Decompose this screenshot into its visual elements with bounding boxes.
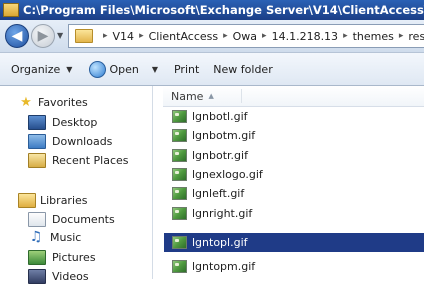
- nav-documents-label: Documents: [52, 213, 115, 226]
- folder-icon: [75, 29, 93, 43]
- gif-image-icon: [172, 187, 187, 200]
- organize-label: Organize: [11, 62, 61, 76]
- chevron-right-icon[interactable]: ▸: [262, 31, 267, 41]
- downloads-icon: [28, 134, 46, 149]
- nav-pictures-label: Pictures: [52, 251, 96, 264]
- open-button[interactable]: Open ▼: [89, 60, 158, 78]
- internet-explorer-icon: [89, 60, 107, 78]
- open-label: Open: [109, 62, 139, 76]
- chevron-right-icon[interactable]: ▸: [139, 31, 144, 41]
- recent-pages-dropdown[interactable]: ▼: [57, 31, 63, 40]
- recent-places-icon: [28, 153, 46, 168]
- gif-image-icon: [172, 207, 187, 220]
- file-name: lgnbotr.gif: [192, 149, 248, 162]
- desktop-icon: [28, 115, 46, 130]
- chevron-right-icon[interactable]: ▸: [399, 31, 404, 41]
- nav-recent-places[interactable]: Recent Places: [28, 153, 129, 168]
- command-toolbar: Organize ▼ Open ▼ Print New folder: [0, 53, 424, 86]
- chevron-right-icon[interactable]: ▸: [343, 31, 348, 41]
- chevron-down-icon[interactable]: ▼: [152, 65, 158, 74]
- print-button[interactable]: Print: [174, 63, 199, 76]
- chevron-right-icon[interactable]: ▸: [103, 31, 108, 41]
- chevron-down-icon: ▼: [66, 64, 73, 74]
- nav-videos-label: Videos: [52, 270, 89, 283]
- print-label: Print: [173, 62, 200, 76]
- file-name: lgnexlogo.gif: [192, 168, 263, 181]
- nav-music[interactable]: ♫ Music: [28, 229, 82, 245]
- title-bar: C:\Program Files\Microsoft\Exchange Serv…: [0, 0, 424, 20]
- nav-libraries[interactable]: Libraries: [18, 193, 88, 208]
- file-row[interactable]: lgnbotl.gif: [167, 107, 424, 126]
- nav-favorites[interactable]: ★ Favorites: [18, 95, 88, 110]
- window-title: C:\Program Files\Microsoft\Exchange Serv…: [23, 3, 424, 17]
- new-folder-label: New folder: [213, 62, 273, 76]
- nav-downloads[interactable]: Downloads: [28, 134, 112, 149]
- nav-recent-places-label: Recent Places: [52, 154, 129, 167]
- column-header-name[interactable]: Name ▲: [163, 86, 424, 107]
- file-name: lgntopl.gif: [192, 236, 248, 249]
- file-row[interactable]: lgnbotm.gif: [167, 126, 424, 145]
- nav-videos[interactable]: Videos: [28, 269, 89, 284]
- column-header-label: Name: [171, 89, 204, 103]
- breadcrumb-clientaccess[interactable]: ClientAccess: [149, 30, 219, 43]
- breadcrumb-version[interactable]: 14.1.218.13: [272, 30, 338, 43]
- nav-desktop-label: Desktop: [52, 116, 98, 129]
- address-bar[interactable]: ▸ V14 ▸ ClientAccess ▸ Owa ▸ 14.1.218.13…: [68, 24, 424, 48]
- libraries-icon: [18, 193, 36, 208]
- sort-ascending-icon: ▲: [208, 92, 214, 100]
- file-name: lgntopm.gif: [192, 260, 256, 273]
- file-row[interactable]: lgnright.gif: [167, 204, 424, 223]
- pictures-icon: [28, 250, 46, 265]
- documents-icon: [28, 212, 46, 227]
- chevron-right-icon[interactable]: ▸: [223, 31, 228, 41]
- file-list: Name ▲ lgnbotl.gif lgnbotm.gif lgnbotr.g…: [153, 86, 424, 279]
- back-button[interactable]: ◀: [5, 24, 29, 48]
- nav-desktop[interactable]: Desktop: [28, 115, 97, 130]
- organize-button[interactable]: Organize ▼: [11, 63, 72, 76]
- folder-icon: [3, 3, 19, 17]
- gif-image-icon: [172, 149, 187, 162]
- nav-documents[interactable]: Documents: [28, 212, 115, 227]
- music-icon: ♫: [29, 229, 43, 245]
- forward-button[interactable]: ▶: [31, 24, 55, 48]
- file-row[interactable]: lgnbotr.gif: [167, 146, 424, 165]
- file-row-selected[interactable]: lgntopl.gif: [164, 233, 424, 252]
- nav-pictures[interactable]: Pictures: [28, 250, 96, 265]
- gif-image-icon: [172, 110, 187, 123]
- nav-music-label: Music: [50, 231, 82, 244]
- star-icon: ★: [20, 95, 32, 110]
- navigation-bar: ◀ ▶ ▼ ▸ V14 ▸ ClientAccess ▸ Owa ▸ 14.1.…: [0, 20, 424, 53]
- gif-image-icon: [172, 236, 187, 249]
- nav-libraries-label: Libraries: [40, 194, 88, 207]
- gif-image-icon: [172, 260, 187, 273]
- file-name: lgnleft.gif: [192, 187, 245, 200]
- videos-icon: [28, 269, 46, 284]
- file-row[interactable]: lgntopm.gif: [167, 257, 424, 276]
- breadcrumb-owa[interactable]: Owa: [233, 30, 257, 43]
- breadcrumb-resources[interactable]: resources: [408, 30, 424, 43]
- nav-downloads-label: Downloads: [52, 135, 113, 148]
- file-row[interactable]: lgnexlogo.gif: [167, 165, 424, 184]
- breadcrumb-v14[interactable]: V14: [113, 30, 135, 43]
- file-row[interactable]: lgnleft.gif: [167, 184, 424, 203]
- column-divider[interactable]: [241, 89, 242, 103]
- gif-image-icon: [172, 129, 187, 142]
- file-name: lgnbotm.gif: [192, 129, 256, 142]
- breadcrumb-themes[interactable]: themes: [353, 30, 394, 43]
- navigation-pane: ★ Favorites Desktop Downloads Recent Pla…: [0, 86, 153, 284]
- file-name: lgnbotl.gif: [192, 110, 248, 123]
- new-folder-button[interactable]: New folder: [213, 63, 272, 76]
- file-name: lgnright.gif: [192, 207, 253, 220]
- gif-image-icon: [172, 168, 187, 181]
- nav-favorites-label: Favorites: [38, 96, 88, 109]
